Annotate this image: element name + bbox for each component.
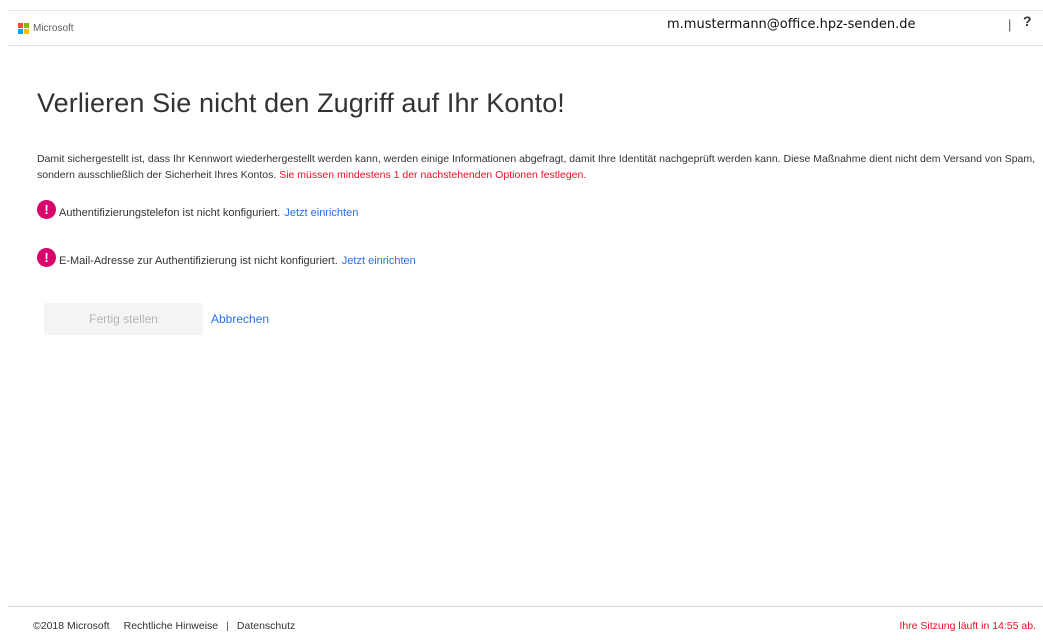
- setup-email-link[interactable]: Jetzt einrichten: [342, 255, 416, 267]
- footer-separator: |: [226, 620, 229, 632]
- copyright-text: ©2018 Microsoft: [33, 620, 110, 632]
- alert-icon: !: [37, 200, 56, 219]
- requirement-warning: Sie müssen mindestens 1 der nachstehende…: [279, 169, 587, 181]
- help-icon[interactable]: ?: [1023, 13, 1032, 29]
- microsoft-logo: Microsoft: [18, 23, 74, 34]
- status-item-phone: ! Authentifizierungstelefon ist nicht ko…: [37, 200, 358, 219]
- brand-name: Microsoft: [33, 23, 74, 34]
- header-separator: |: [1008, 17, 1012, 32]
- page-title: Verlieren Sie nicht den Zugriff auf Ihr …: [37, 88, 565, 118]
- status-text-phone: Authentifizierungstelefon ist nicht konf…: [59, 206, 281, 219]
- status-text-email: E-Mail-Adresse zur Authentifizierung ist…: [59, 254, 338, 267]
- legal-link[interactable]: Rechtliche Hinweise: [124, 620, 219, 632]
- setup-phone-link[interactable]: Jetzt einrichten: [284, 207, 358, 219]
- footer-links: ©2018 Microsoft Rechtliche Hinweise | Daten…: [33, 620, 295, 632]
- finish-button[interactable]: Fertig stellen: [44, 303, 203, 335]
- description-text: Damit sichergestellt ist, dass Ihr Kennw…: [37, 151, 1037, 183]
- microsoft-logo-icon: [18, 23, 29, 34]
- footer: ©2018 Microsoft Rechtliche Hinweise | Daten…: [8, 606, 1043, 640]
- status-item-email: ! E-Mail-Adresse zur Authentifizierung i…: [37, 248, 416, 267]
- cancel-link[interactable]: Abbrechen: [211, 312, 269, 326]
- privacy-link[interactable]: Datenschutz: [237, 620, 295, 632]
- user-email: m.mustermann@office.hpz-senden.de: [667, 17, 916, 32]
- session-timeout-text: Ihre Sitzung läuft in 14:55 ab.: [899, 620, 1036, 632]
- alert-icon: !: [37, 248, 56, 267]
